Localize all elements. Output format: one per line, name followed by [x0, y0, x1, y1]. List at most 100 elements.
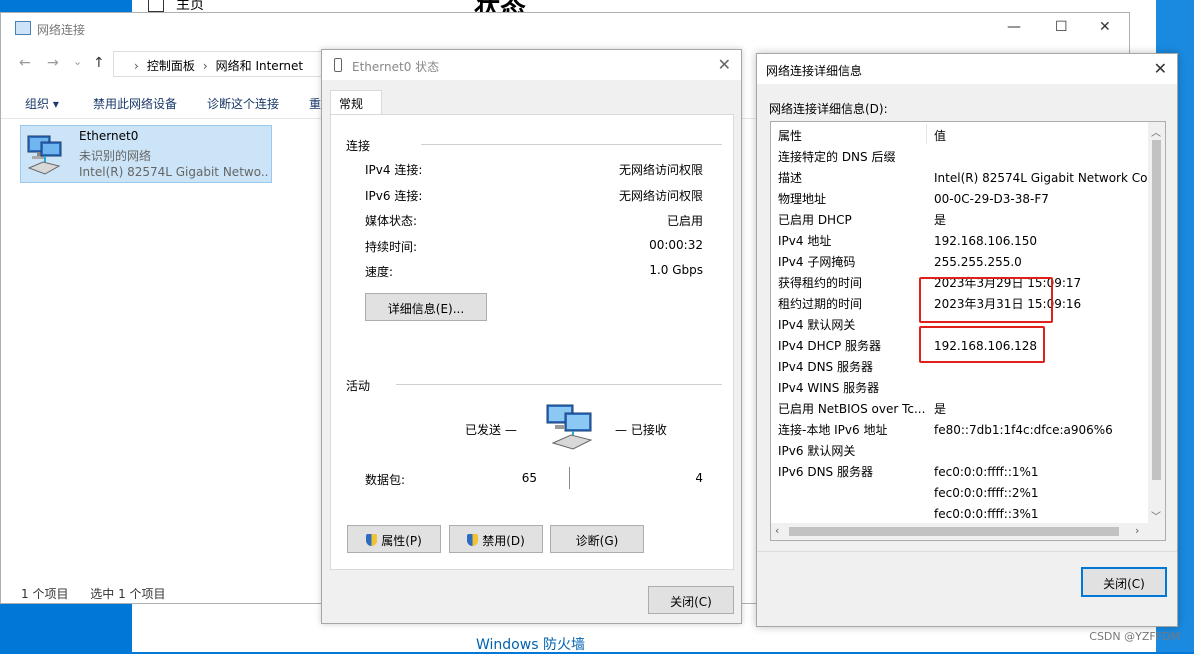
- scroll-left-icon[interactable]: ‹: [775, 524, 779, 537]
- details-row[interactable]: IPv4 WINS 服务器: [771, 378, 1149, 399]
- status-row-label: 持续时间:: [365, 239, 418, 254]
- horizontal-scroll-thumb[interactable]: [789, 527, 1119, 536]
- item-count: 1 个项目: [21, 587, 69, 601]
- rename-button-partial[interactable]: 重: [309, 95, 321, 112]
- details-list[interactable]: 属性 值 连接特定的 DNS 后缀 描述 Intel(R) 82574L Gigab…: [770, 121, 1166, 541]
- details-value: fec0:0:0:ffff::3%1: [934, 507, 1039, 521]
- details-row[interactable]: IPv4 默认网关: [771, 315, 1149, 336]
- details-property: 已启用 DHCP: [778, 213, 852, 227]
- details-row[interactable]: 连接特定的 DNS 后缀: [771, 147, 1149, 168]
- connection-details-dialog: 网络连接详细信息 ✕ 网络连接详细信息(D): 属性 值 连接特定的 DNS 后…: [756, 53, 1178, 627]
- properties-button[interactable]: 属性(P): [347, 525, 441, 553]
- ethernet-plug-icon: [334, 58, 342, 72]
- column-header-property[interactable]: 属性: [778, 127, 802, 144]
- details-property: 连接-本地 IPv6 地址: [778, 423, 888, 437]
- minimize-button[interactable]: —: [1007, 19, 1021, 35]
- status-dialog-close-icon[interactable]: ✕: [718, 55, 731, 74]
- status-row-value: 无网络访问权限: [618, 163, 703, 177]
- tab-general[interactable]: 常规: [330, 90, 382, 115]
- details-property: IPv4 WINS 服务器: [778, 381, 880, 395]
- status-row-label: IPv4 连接:: [365, 163, 423, 177]
- details-value: 192.168.106.150: [934, 234, 1038, 248]
- network-adapter-icon: [27, 135, 62, 175]
- back-arrow-icon[interactable]: ←: [19, 55, 31, 71]
- packets-sent-value: 65: [521, 471, 537, 485]
- recent-dropdown-icon[interactable]: ⌄: [73, 55, 82, 68]
- horizontal-scrollbar[interactable]: ‹ ›: [771, 523, 1165, 540]
- breadcrumb-control-panel[interactable]: 控制面板: [147, 59, 195, 73]
- details-row[interactable]: 连接-本地 IPv6 地址 fe80::7db1:1f4c:dfce:a906%6: [771, 420, 1149, 441]
- details-button[interactable]: 详细信息(E)...: [365, 293, 487, 321]
- breadcrumb-network-internet[interactable]: 网络和 Internet: [216, 59, 303, 73]
- disable-label: 禁用(D): [482, 534, 525, 548]
- diagnose-button[interactable]: 诊断(G): [550, 525, 644, 553]
- address-bar[interactable]: › 控制面板 › 网络和 Internet: [113, 51, 323, 77]
- details-row[interactable]: 物理地址 00-0C-29-D3-38-F7: [771, 189, 1149, 210]
- maximize-button[interactable]: ☐: [1055, 19, 1068, 35]
- vertical-scrollbar[interactable]: ︿ ﹀: [1148, 122, 1165, 524]
- command-bar: 组织 ▾ 禁用此网络设备 诊断这个连接 重: [1, 93, 331, 117]
- column-separator[interactable]: [926, 124, 927, 144]
- scroll-up-icon[interactable]: ︿: [1151, 124, 1161, 139]
- status-bar: 1 个项目 选中 1 个项目: [21, 585, 166, 602]
- properties-label: 属性(P): [381, 534, 422, 548]
- received-label: — 已接收: [615, 423, 667, 437]
- disable-button[interactable]: 禁用(D): [449, 525, 543, 553]
- details-row[interactable]: 已启用 NetBIOS over Tc... 是: [771, 399, 1149, 420]
- details-property: IPv6 默认网关: [778, 444, 856, 458]
- details-value: 255.255.255.0: [934, 255, 1022, 269]
- details-property: IPv6 DNS 服务器: [778, 465, 873, 479]
- details-dialog-close-icon[interactable]: ✕: [1154, 59, 1167, 78]
- status-dialog-titlebar[interactable]: Ethernet0 状态 ✕: [322, 50, 741, 80]
- diagnose-connection-button[interactable]: 诊断这个连接: [207, 95, 279, 112]
- details-property: 描述: [778, 171, 803, 185]
- scroll-down-icon[interactable]: ﹀: [1151, 508, 1161, 523]
- details-property: IPv4 默认网关: [778, 318, 856, 332]
- details-row[interactable]: IPv4 DHCP 服务器 192.168.106.128: [771, 336, 1149, 357]
- details-dialog-titlebar[interactable]: 网络连接详细信息 ✕: [757, 54, 1177, 84]
- details-row[interactable]: IPv6 默认网关: [771, 441, 1149, 462]
- forward-arrow-icon[interactable]: →: [47, 55, 59, 71]
- explorer-titlebar[interactable]: 网络连接 — ☐ ✕: [1, 13, 1129, 43]
- details-close-button[interactable]: 关闭(C): [1081, 567, 1167, 597]
- details-property: 获得租约的时间: [778, 276, 863, 290]
- disable-device-button[interactable]: 禁用此网络设备: [93, 95, 177, 112]
- column-header-value[interactable]: 值: [934, 127, 946, 144]
- details-row[interactable]: 租约过期的时间 2023年3月31日 15:09:16: [771, 294, 1149, 315]
- connection-group-label: 连接: [346, 139, 371, 153]
- close-button[interactable]: ✕: [1099, 19, 1111, 35]
- details-row[interactable]: IPv4 地址 192.168.106.150: [771, 231, 1149, 252]
- up-arrow-icon[interactable]: ↑: [93, 55, 105, 71]
- packets-divider: [569, 467, 570, 489]
- details-row[interactable]: 描述 Intel(R) 82574L Gigabit Network Con: [771, 168, 1149, 189]
- divider: [757, 551, 1177, 552]
- details-row[interactable]: IPv4 DNS 服务器: [771, 357, 1149, 378]
- details-row[interactable]: IPv4 子网掩码 255.255.255.0: [771, 252, 1149, 273]
- general-panel: 连接 详细信息(E)... 活动 已发送 — — 已接收 数据包: 65 4 属…: [330, 114, 734, 570]
- details-row[interactable]: fec0:0:0:ffff::2%1: [771, 483, 1149, 504]
- details-property: IPv4 DHCP 服务器: [778, 339, 882, 353]
- details-row[interactable]: 获得租约的时间 2023年3月29日 15:09:17: [771, 273, 1149, 294]
- details-row[interactable]: IPv6 DNS 服务器 fec0:0:0:ffff::1%1: [771, 462, 1149, 483]
- details-list-header: 属性 值: [771, 122, 1151, 146]
- connection-name: Ethernet0: [79, 129, 139, 143]
- status-close-button[interactable]: 关闭(C): [648, 586, 734, 614]
- connection-item-ethernet0[interactable]: Ethernet0 未识别的网络 Intel(R) 82574L Gigabit…: [20, 125, 272, 183]
- network-folder-icon: [15, 21, 31, 35]
- scroll-right-icon[interactable]: ›: [1135, 524, 1139, 537]
- status-row-label: 媒体状态:: [365, 214, 418, 228]
- group-line: [396, 384, 722, 385]
- details-property: 已启用 NetBIOS over Tc...: [778, 402, 926, 416]
- vertical-scroll-thumb[interactable]: [1152, 140, 1161, 480]
- windows-firewall-link[interactable]: Windows 防火墙: [476, 634, 585, 654]
- status-row-value: 1.0 Gbps: [649, 263, 703, 277]
- connection-status: 未识别的网络: [79, 149, 152, 163]
- organize-menu[interactable]: 组织 ▾: [25, 95, 59, 112]
- details-row[interactable]: fec0:0:0:ffff::3%1: [771, 504, 1149, 525]
- ethernet-status-dialog: Ethernet0 状态 ✕ 常规 连接 详细信息(E)... 活动 已发送 —…: [321, 49, 742, 624]
- details-value: fec0:0:0:ffff::2%1: [934, 486, 1039, 500]
- connection-adapter: Intel(R) 82574L Gigabit Netwo...: [79, 165, 269, 179]
- explorer-title: 网络连接: [37, 23, 86, 37]
- details-row[interactable]: 已启用 DHCP 是: [771, 210, 1149, 231]
- packets-label: 数据包:: [365, 473, 406, 487]
